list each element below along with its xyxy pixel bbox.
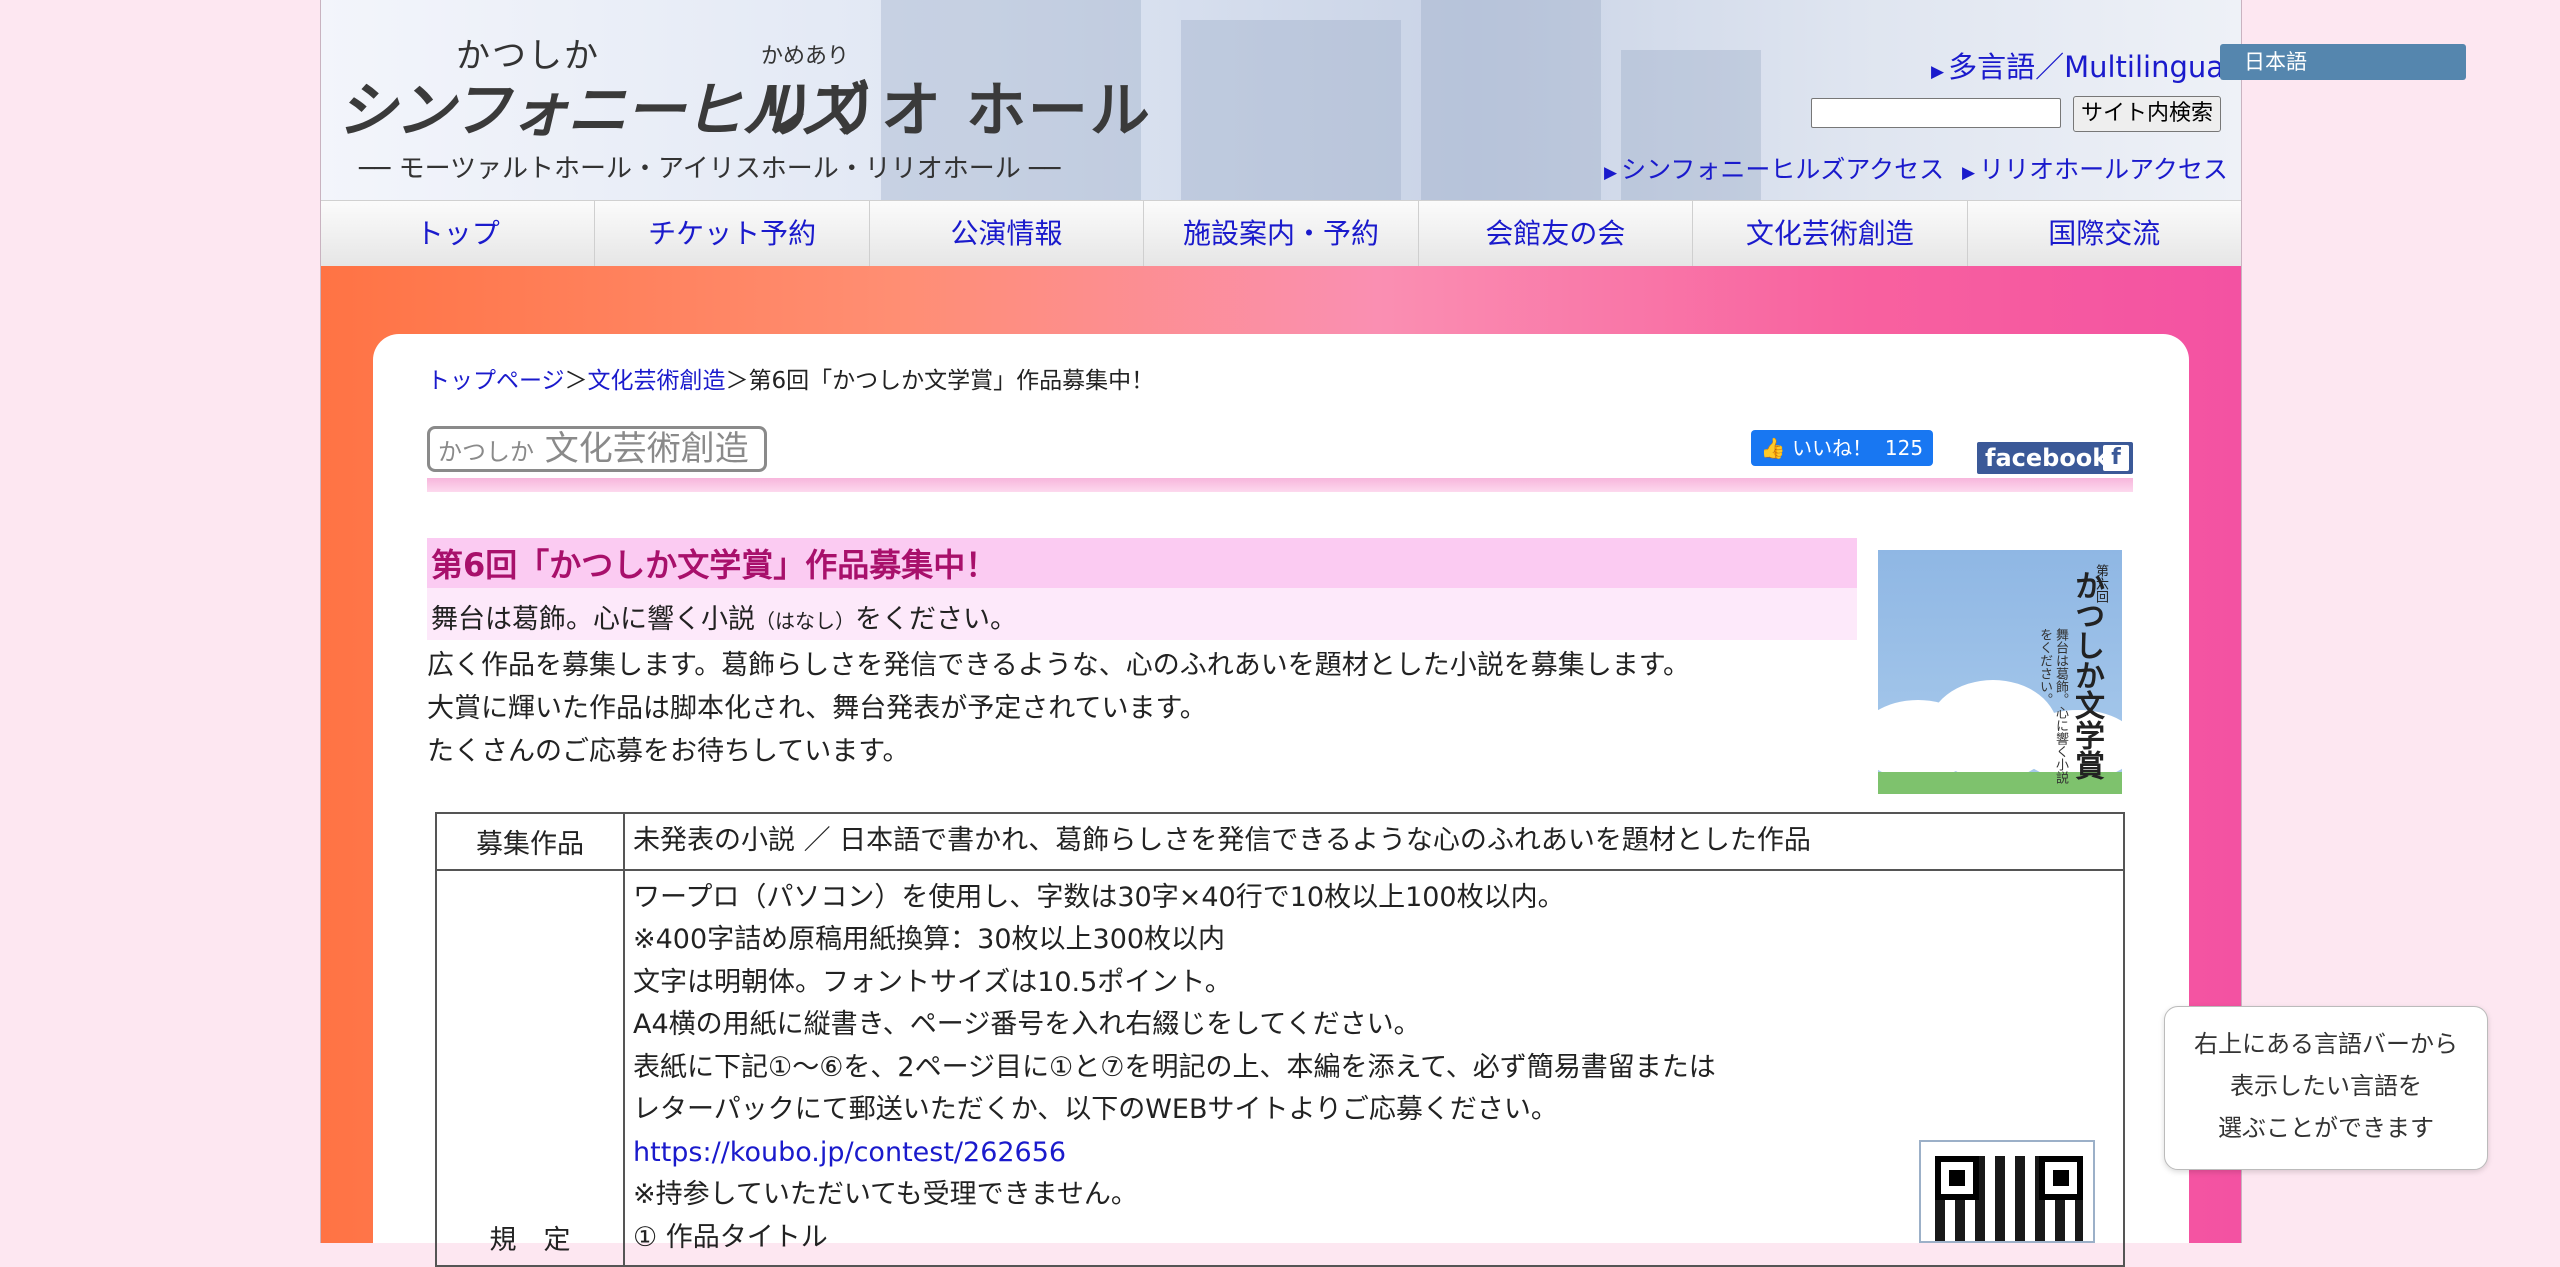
breadcrumb-separator: ＞: [564, 368, 588, 394]
nav-international[interactable]: 国際交流: [1968, 201, 2241, 266]
cell-line: ※400字詰め原稿用紙換算：30枚以上300枚以内: [633, 924, 1226, 955]
logo-subtitle: ── モーツァルトホール・アイリスホール・リリオホール ──: [359, 154, 1061, 184]
language-tooltip: 右上にある言語バーから 表示したい言語を 選ぶことができます: [2164, 1006, 2488, 1170]
intro-line: たくさんのご応募をお待ちしています。: [427, 736, 910, 767]
facebook-like-button[interactable]: 👍 いいね！ 125: [1751, 430, 1933, 466]
cell-line: ワープロ（パソコン）を使用し、字数は30字×40行で10枚以上100枚以内。: [633, 881, 1565, 913]
logo-lilio-hall[interactable]: リリオ ホール: [757, 62, 1152, 149]
article-subtitle: 舞台は葛飾。心に響く小説（はなし）をください。: [431, 597, 1017, 636]
triangle-right-icon: ▶: [1962, 163, 1976, 183]
breadcrumb-separator: ＞: [725, 368, 749, 394]
cell-line: レターパックにて郵送いただくか、以下のWEBサイトよりご応募ください。: [633, 1094, 1558, 1125]
cell-line: 文字は明朝体。フォントサイズは10.5ポイント。: [633, 966, 1232, 998]
nav-culture-arts[interactable]: 文化芸術創造: [1693, 201, 1968, 266]
cell-line: ① 作品タイトル: [633, 1221, 828, 1253]
subtitle-part: 舞台は葛飾。心に響く小説: [431, 604, 755, 635]
qr-code: [1919, 1140, 2095, 1243]
lilio-hall-access-link[interactable]: ▶ リリオホールアクセス: [1962, 150, 2228, 186]
like-label: いいね！: [1792, 436, 1873, 460]
intro-line: 広く作品を募集します。葛飾らしさを発信できるような、心のふれあいを題材とした小説…: [427, 650, 1691, 681]
details-table: 募集作品 未発表の小説 ／ 日本語で書かれ、葛飾らしさを発信できるような心のふれ…: [435, 812, 2125, 1267]
section-logo-small: かつしか: [438, 438, 534, 466]
cell-line: A4横の用紙に縦書き、ページ番号を入れ右綴じをしてください。: [633, 1009, 1421, 1040]
language-selector[interactable]: 日本語: [2220, 44, 2466, 80]
section-logo-main: 文化芸術創造: [534, 429, 749, 469]
nav-facilities[interactable]: 施設案内・予約: [1144, 201, 1419, 266]
cell-line: 表紙に下記①～⑥を、2ページ目に①と⑦を明記の上、本編を添えて、必ず簡易書留また…: [633, 1051, 1716, 1083]
table-cell: ワープロ（パソコン）を使用し、字数は30字×40行で10枚以上100枚以内。 ※…: [625, 871, 2123, 1266]
subtitle-ruby: （はなし）: [755, 609, 855, 633]
multilingual-label: 多言語／Multilingual: [1948, 50, 2233, 84]
facebook-icon: f: [2103, 445, 2129, 471]
article-title: 第6回「かつしか文学賞」作品募集中！: [431, 546, 998, 584]
poster-subtitle: 舞台は葛飾。心に響く小説をください。: [2037, 628, 2068, 784]
cell-line: 未発表の小説 ／ 日本語で書かれ、葛飾らしさを発信できるような心のふれあいを題材…: [633, 825, 1811, 856]
breadcrumb-home[interactable]: トップページ: [427, 368, 565, 394]
section-logo: かつしか 文化芸術創造: [427, 426, 767, 472]
triangle-right-icon: ▶: [1604, 163, 1618, 183]
table-header-cell: 募集作品: [437, 814, 625, 869]
page-container: かつしか シンフォニーヒルズ かめあり リリオ ホール ── モーツァルトホール…: [320, 0, 2242, 1267]
intro-line: 大賞に輝いた作品は脚本化され、舞台発表が予定されています。: [427, 693, 1207, 724]
breadcrumb-section[interactable]: 文化芸術創造: [588, 368, 726, 394]
site-search-input[interactable]: [1811, 98, 2061, 128]
triangle-right-icon: ▶: [1931, 62, 1945, 82]
tooltip-line: 表示したい言語を: [2230, 1072, 2422, 1100]
thumbs-up-icon: 👍: [1760, 436, 1786, 460]
main-nav: トップ チケット予約 公演情報 施設案内・予約 会館友の会 文化芸術創造 国際交…: [321, 200, 2241, 267]
site-search-button[interactable]: サイト内検索: [2073, 96, 2221, 132]
breadcrumb-current: 第6回「かつしか文学賞」作品募集中！: [748, 368, 1155, 394]
table-row: 募集作品 未発表の小説 ／ 日本語で書かれ、葛飾らしさを発信できるような心のふれ…: [437, 814, 2123, 871]
qr-finder: [1935, 1156, 1979, 1200]
table-row: 規 定 ワープロ（パソコン）を使用し、字数は30字×40行で10枚以上100枚以…: [437, 870, 2123, 1266]
access-label: リリオホールアクセス: [1979, 155, 2228, 184]
like-count: 125: [1884, 436, 1924, 460]
subtitle-part: をください。: [855, 604, 1017, 635]
table-header-cell: 規 定: [437, 870, 625, 1265]
tooltip-line: 選ぶことができます: [2218, 1114, 2434, 1142]
access-label: シンフォニーヒルズアクセス: [1621, 155, 1945, 184]
qr-finder: [2039, 1156, 2083, 1200]
nav-friends-club[interactable]: 会館友の会: [1419, 201, 1694, 266]
multilingual-link[interactable]: ▶ 多言語／Multilingual: [1931, 44, 2232, 86]
cell-line: ※持参していただいても受理できません。: [633, 1179, 1138, 1210]
site-header: かつしか シンフォニーヒルズ かめあり リリオ ホール ── モーツァルトホール…: [321, 0, 2241, 200]
breadcrumb: トップページ＞文化芸術創造＞第6回「かつしか文学賞」作品募集中！: [427, 361, 1154, 395]
nav-performances[interactable]: 公演情報: [870, 201, 1145, 266]
poster-image[interactable]: 第六回 かつしか文学賞 舞台は葛飾。心に響く小説をください。: [1878, 550, 2122, 794]
symphony-hills-access-link[interactable]: ▶ シンフォニーヒルズアクセス: [1604, 150, 1944, 186]
section-divider: [427, 478, 2133, 492]
facebook-label: facebook: [1985, 444, 2109, 472]
table-cell: 未発表の小説 ／ 日本語で書かれ、葛飾らしさを発信できるような心のふれあいを題材…: [625, 814, 2123, 869]
koubo-contest-link[interactable]: https://koubo.jp/contest/262656: [633, 1137, 1066, 1168]
facebook-badge[interactable]: facebook f: [1977, 442, 2133, 474]
nav-ticket[interactable]: チケット予約: [595, 201, 870, 266]
tooltip-line: 右上にある言語バーから: [2194, 1030, 2458, 1058]
poster-title: かつしか文学賞: [2069, 570, 2104, 780]
nav-top[interactable]: トップ: [321, 201, 596, 266]
article-intro: 広く作品を募集します。葛飾らしさを発信できるような、心のふれあいを題材とした小説…: [427, 644, 1690, 773]
